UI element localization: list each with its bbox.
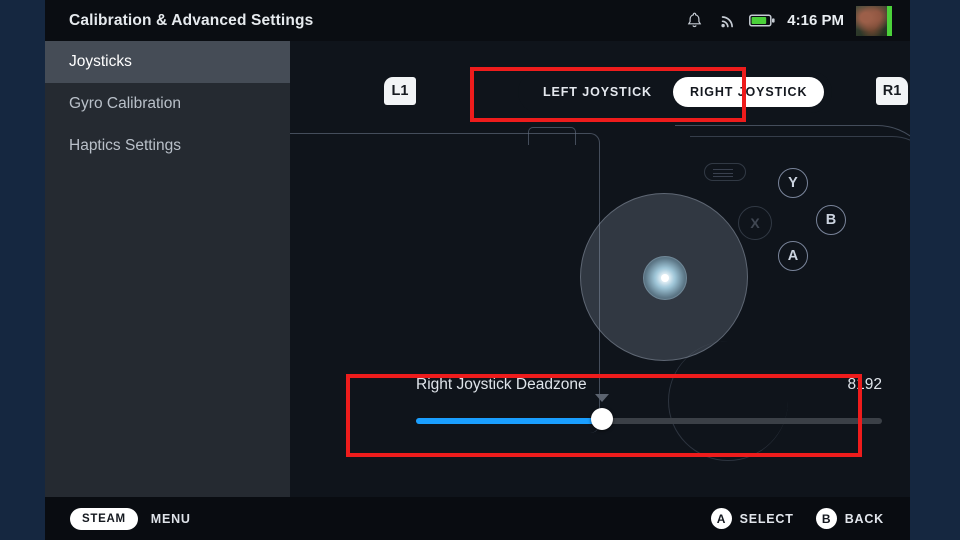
letterbox-right [910,0,960,540]
hint-select[interactable]: A SELECT [710,508,794,529]
sidebar: Joysticks Gyro Calibration Haptics Setti… [45,41,290,497]
tab-right-joystick-label: RIGHT JOYSTICK [689,85,808,99]
main-content: X Y B A L1 R1 LEFT JOYSTICK RIGHT JOYSTI… [290,41,910,497]
sidebar-item-label: Joysticks [69,53,132,70]
sidebar-item-joysticks[interactable]: Joysticks [45,41,290,83]
hint-select-label: SELECT [739,511,794,526]
tab-left-joystick[interactable]: LEFT JOYSTICK [526,77,669,107]
face-button-b-label: B [825,212,837,228]
deadzone-slider[interactable] [416,394,882,430]
tab-right-joystick[interactable]: RIGHT JOYSTICK [672,77,825,107]
bumper-l1-badge[interactable]: L1 [384,77,416,105]
sidebar-item-gyro-calibration[interactable]: Gyro Calibration [45,83,290,125]
sidebar-item-label: Gyro Calibration [69,95,181,112]
deadzone-header: Right Joystick Deadzone 8192 [398,376,900,394]
avatar-status-bar [887,5,892,36]
button-hints: A SELECT B BACK [710,508,884,529]
letterbox-left [0,0,45,540]
joystick-selector: LEFT JOYSTICK RIGHT JOYSTICK [518,71,833,113]
wifi-icon[interactable] [711,0,745,41]
screen-root: Calibration & Advanced Settings 4:16 PM … [0,0,960,540]
avatar-image [856,5,887,36]
deadzone-value: 8192 [847,376,882,393]
menu-label[interactable]: MENU [151,512,191,526]
hint-back-label: BACK [844,511,884,526]
clock: 4:16 PM [787,12,844,29]
bumper-r1-label: R1 [882,83,902,99]
face-button-x: X [738,206,772,240]
face-button-b: B [816,205,846,235]
tab-left-joystick-label: LEFT JOYSTICK [543,85,652,99]
slider-track-fill [416,418,603,424]
slider-handle[interactable] [591,408,614,430]
deadzone-label: Right Joystick Deadzone [416,376,587,393]
slider-marker-icon [595,394,610,402]
right-stick-position-dot [661,274,669,282]
bumper-l1-label: L1 [391,83,409,99]
deadzone-setting: Right Joystick Deadzone 8192 [398,376,900,444]
controller-top-notch [528,127,576,145]
sidebar-item-haptics-settings[interactable]: Haptics Settings [45,125,290,167]
face-button-x-label: X [750,215,760,231]
face-button-a-label: A [787,248,799,264]
sidebar-item-label: Haptics Settings [69,137,181,154]
face-button-y: Y [778,168,808,198]
right-stick-visualizer[interactable] [580,193,748,361]
app-window: Calibration & Advanced Settings 4:16 PM … [45,0,910,540]
menu-button-icon [704,163,746,181]
top-bar: Calibration & Advanced Settings 4:16 PM [45,0,910,41]
steam-button[interactable]: STEAM [70,507,138,530]
hint-back[interactable]: B BACK [815,508,884,529]
bottom-bar: STEAM MENU A SELECT B BACK [45,497,910,540]
a-button-icon: A [710,508,732,529]
bell-icon[interactable] [677,0,711,41]
status-tray: 4:16 PM [677,0,910,41]
bumper-r1-badge[interactable]: R1 [876,77,908,105]
avatar[interactable] [856,5,892,36]
face-button-a: A [778,241,808,271]
page-title: Calibration & Advanced Settings [69,11,314,29]
battery-icon[interactable] [745,0,779,41]
b-button-icon: B [815,508,837,529]
face-button-y-label: Y [788,175,798,191]
